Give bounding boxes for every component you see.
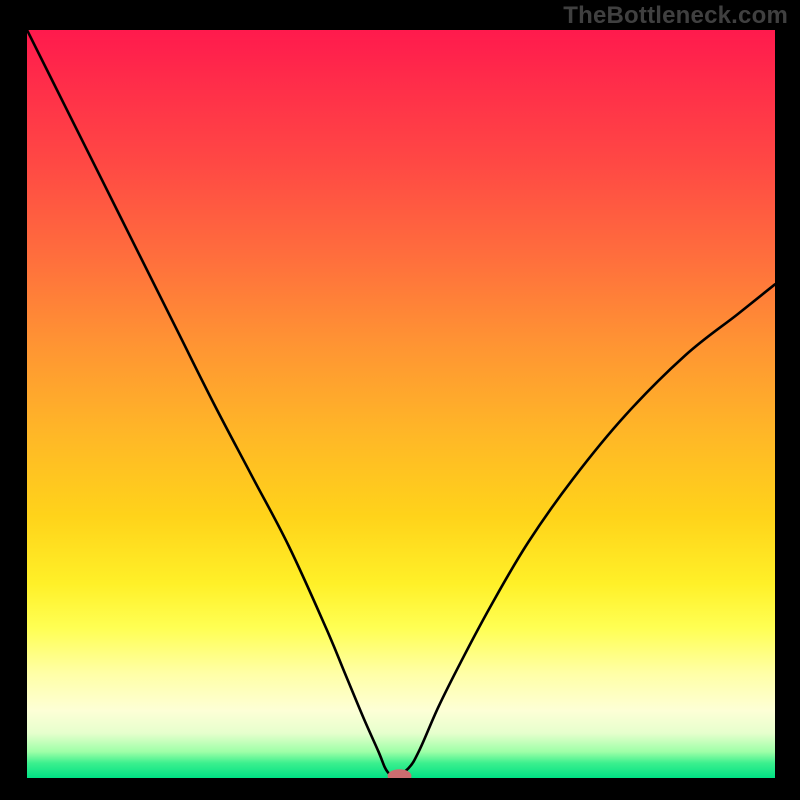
bottleneck-curve-line [27,30,775,778]
watermark-text: TheBottleneck.com [563,2,788,30]
chart-frame: TheBottleneck.com [0,0,800,800]
plot-area [27,30,775,778]
chart-svg [27,30,775,778]
